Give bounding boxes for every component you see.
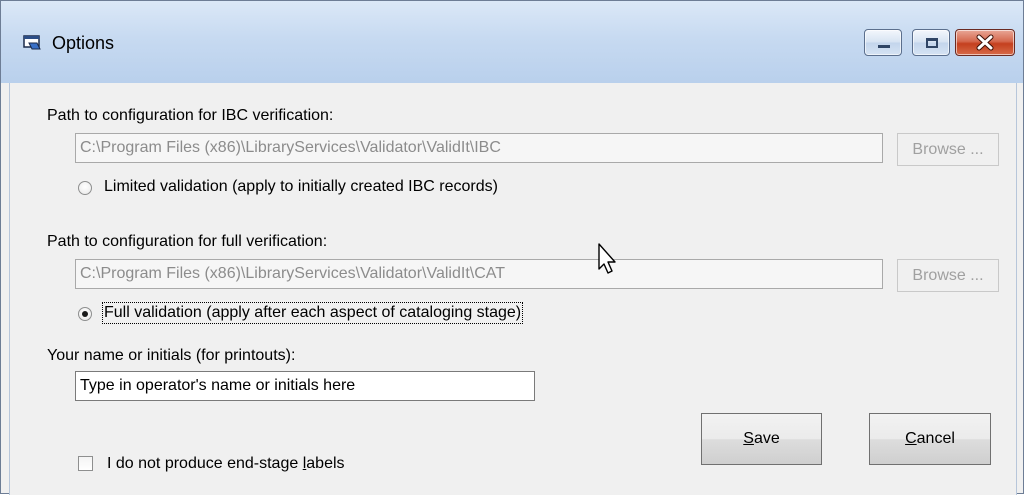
full-validation-radio[interactable] [78, 307, 92, 321]
full-path-field[interactable]: C:\Program Files (x86)\LibraryServices\V… [75, 259, 883, 289]
ibc-path-label: Path to configuration for IBC verificati… [47, 107, 334, 124]
minimize-button[interactable] [864, 29, 902, 56]
end-stage-labels-text-end: abels [306, 455, 345, 472]
window-title: Options [52, 33, 115, 53]
maximize-icon [926, 38, 938, 48]
ibc-browse-button[interactable]: Browse ... [897, 133, 999, 166]
title-bar[interactable]: Options [1, 1, 1023, 83]
minimize-icon [878, 45, 890, 48]
end-stage-labels-text-start: I do not produce end-stage [107, 455, 303, 472]
close-icon [976, 34, 994, 51]
dialog-body: Path to configuration for IBC verificati… [9, 83, 1017, 495]
limited-validation-label[interactable]: Limited validation (apply to initially c… [104, 178, 498, 196]
maximize-button[interactable] [912, 29, 950, 56]
end-stage-labels-label[interactable]: I do not produce end-stage labels [107, 455, 345, 473]
save-button[interactable]: Save [701, 413, 822, 465]
close-button[interactable] [955, 29, 1015, 56]
operator-name-input[interactable]: Type in operator's name or initials here [75, 371, 535, 401]
radio-selected-dot [82, 311, 88, 317]
cancel-accel: C [905, 430, 917, 447]
cancel-button[interactable]: Cancel [869, 413, 991, 465]
full-validation-label[interactable]: Full validation (apply after each aspect… [101, 302, 524, 324]
full-path-label: Path to configuration for full verificat… [47, 233, 328, 250]
window-app-icon [23, 35, 41, 50]
save-accel: S [743, 430, 754, 447]
end-stage-labels-checkbox[interactable] [78, 456, 93, 471]
save-label-rest: ave [753, 430, 780, 447]
limited-validation-radio[interactable] [78, 181, 92, 195]
cancel-label-rest: ancel [916, 430, 955, 447]
mouse-cursor-icon [598, 243, 616, 274]
options-dialog: Options Path to configuration for IBC ve… [0, 0, 1024, 495]
operator-name-label: Your name or initials (for printouts): [47, 347, 296, 364]
full-browse-button[interactable]: Browse ... [897, 259, 999, 292]
ibc-path-field[interactable]: C:\Program Files (x86)\LibraryServices\V… [75, 133, 883, 163]
